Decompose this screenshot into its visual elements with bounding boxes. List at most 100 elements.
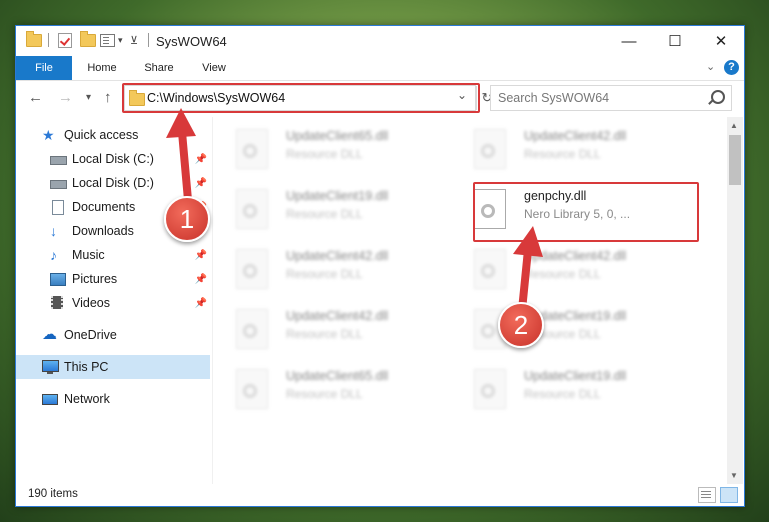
file-name: UpdateClient65.dll (286, 129, 389, 143)
step-2-callout: 2 (498, 302, 544, 348)
file-name: UpdateClient42.dll (286, 309, 389, 323)
file-description: Resource DLL (286, 147, 363, 161)
tab-home[interactable]: Home (80, 56, 124, 80)
properties-check-icon[interactable] (58, 32, 72, 48)
forward-arrow-icon[interactable]: → (58, 89, 73, 106)
sidebar-item-this-pc[interactable]: This PC (16, 355, 210, 379)
tab-share[interactable]: Share (138, 56, 180, 80)
file-highlight-box (473, 182, 699, 242)
maximize-button[interactable]: ☐ (652, 26, 698, 56)
file-list: UpdateClient65.dll Resource DLL UpdateCl… (216, 117, 726, 485)
file-description: Resource DLL (524, 387, 601, 401)
search-icon[interactable] (711, 90, 725, 104)
scrollbar-thumb[interactable] (729, 135, 741, 185)
sidebar-item-local-disk-d[interactable]: Local Disk (D:) 📌 (16, 171, 210, 195)
navigation-pane: ★ Quick access Local Disk (C:) 📌 Local D… (16, 117, 210, 485)
dll-file-icon (236, 309, 268, 349)
drive-icon (50, 152, 67, 166)
pictures-icon (50, 272, 66, 286)
new-folder-icon[interactable] (80, 30, 96, 48)
sidebar-item-label: Local Disk (D:) (72, 176, 154, 190)
file-description: Resource DLL (286, 207, 363, 221)
music-note-icon: ♪ (50, 247, 57, 263)
separator (48, 33, 49, 47)
dll-file-icon (474, 129, 506, 169)
sidebar-item-label: Pictures (72, 272, 118, 286)
file-item[interactable]: UpdateClient42.dll Resource DLL (216, 305, 436, 351)
pane-divider (212, 117, 213, 485)
file-description: Resource DLL (524, 147, 601, 161)
properties-icon[interactable] (100, 32, 115, 48)
explorer-window: ▾ ⊻ SysWOW64 — ☐ ✕ File Home Share View … (15, 25, 745, 507)
search-placeholder: Search SysWOW64 (498, 91, 610, 105)
file-item[interactable]: UpdateClient42.dll Resource DLL (216, 245, 436, 291)
file-item[interactable]: UpdateClient42.dll Resource DLL (454, 245, 674, 291)
folder-icon (26, 30, 42, 48)
documents-icon (50, 200, 66, 215)
file-item[interactable]: UpdateClient65.dll Resource DLL (216, 365, 436, 411)
scroll-up-icon[interactable]: ▲ (730, 121, 738, 130)
minimize-button[interactable]: — (606, 26, 652, 56)
back-arrow-icon[interactable]: ← (28, 89, 43, 106)
file-description: Resource DLL (524, 267, 601, 281)
network-icon (42, 392, 58, 406)
sidebar-item-network[interactable]: Network (16, 387, 210, 411)
pin-icon[interactable]: 📌 (195, 274, 207, 285)
sidebar-item-label: OneDrive (64, 328, 117, 342)
step-1-callout: 1 (164, 196, 210, 242)
ribbon-tabs: File Home Share View ⌄ ? (16, 56, 744, 81)
file-name: UpdateClient42.dll (524, 249, 627, 263)
tab-view[interactable]: View (194, 56, 234, 80)
sidebar-item-label: Local Disk (C:) (72, 152, 154, 166)
file-item[interactable]: UpdateClient42.dll Resource DLL (454, 125, 674, 171)
scroll-down-icon[interactable]: ▼ (730, 471, 738, 480)
file-item[interactable]: UpdateClient19.dll Resource DLL (454, 365, 674, 411)
sidebar-item-music[interactable]: ♪ Music 📌 (16, 243, 210, 267)
vertical-scrollbar[interactable]: ▲ ▼ (727, 117, 743, 485)
file-description: Resource DLL (286, 387, 363, 401)
file-item[interactable]: UpdateClient65.dll Resource DLL (216, 125, 436, 171)
expand-ribbon-chevron-icon[interactable]: ⌄ (706, 60, 715, 73)
tab-file[interactable]: File (16, 56, 72, 80)
up-arrow-icon[interactable]: ↑ (104, 89, 112, 106)
film-icon (50, 296, 66, 310)
file-name: UpdateClient42.dll (286, 249, 389, 263)
dll-file-icon (236, 129, 268, 169)
file-item[interactable]: UpdateClient19.dll Resource DLL (216, 185, 436, 231)
file-description: Resource DLL (286, 327, 363, 341)
address-highlight-box (122, 83, 480, 113)
dll-file-icon (474, 249, 506, 289)
sidebar-item-local-disk-c[interactable]: Local Disk (C:) 📌 (16, 147, 210, 171)
drive-icon (50, 176, 67, 190)
computer-icon (42, 360, 59, 374)
close-button[interactable]: ✕ (698, 26, 744, 56)
file-name: UpdateClient19.dll (524, 369, 627, 383)
dll-file-icon (236, 249, 268, 289)
sidebar-item-label: Videos (72, 296, 110, 310)
file-item[interactable]: UpdateClient19.dll Resource DLL (454, 305, 674, 351)
sidebar-item-pictures[interactable]: Pictures 📌 (16, 267, 210, 291)
sidebar-item-quick-access[interactable]: ★ Quick access (16, 123, 210, 147)
recent-chevron-icon[interactable]: ▾ (86, 92, 91, 103)
star-icon: ★ (42, 127, 55, 143)
pin-icon[interactable]: 📌 (195, 250, 207, 261)
help-icon[interactable]: ? (724, 60, 739, 75)
file-name: UpdateClient42.dll (524, 129, 627, 143)
sidebar-item-onedrive[interactable]: ☁ OneDrive (16, 323, 210, 347)
window-title: SysWOW64 (156, 34, 227, 49)
download-arrow-icon: ↓ (50, 223, 57, 239)
search-input[interactable]: Search SysWOW64 (490, 85, 732, 111)
qat-dropdown-icon[interactable]: ⊻ (130, 32, 138, 48)
pin-icon[interactable]: 📌 (195, 154, 207, 165)
pin-icon[interactable]: 📌 (195, 298, 207, 309)
customize-qat-chevron-icon[interactable]: ▾ (118, 32, 123, 48)
sidebar-item-videos[interactable]: Videos 📌 (16, 291, 210, 315)
sidebar-item-label: Quick access (64, 128, 139, 142)
pin-icon[interactable]: 📌 (195, 178, 207, 189)
title-bar: ▾ ⊻ SysWOW64 — ☐ ✕ (16, 26, 744, 56)
large-icons-view-icon[interactable] (720, 487, 738, 503)
details-view-icon[interactable] (698, 487, 716, 503)
file-description: Resource DLL (286, 267, 363, 281)
file-name: UpdateClient19.dll (286, 189, 389, 203)
sidebar-item-label: Music (72, 248, 105, 262)
